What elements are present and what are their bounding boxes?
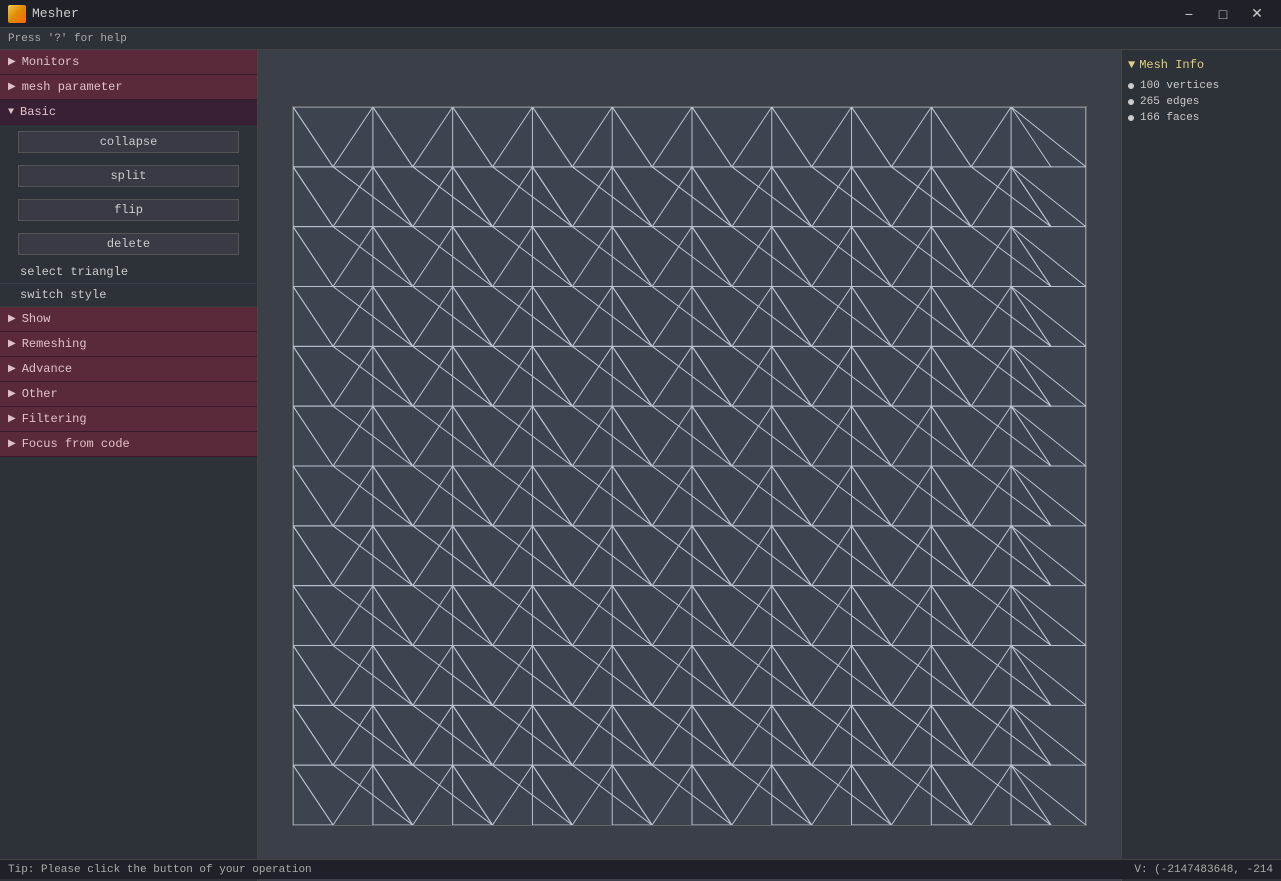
arrow-icon-basic: ▼ <box>8 107 14 118</box>
sidebar-item-monitors[interactable]: ▶ Monitors <box>0 50 257 75</box>
select-triangle-label: select triangle <box>20 265 128 279</box>
sidebar: ▶ Monitors ▶ mesh parameter ▼ Basic coll… <box>0 50 258 881</box>
sidebar-label-basic: Basic <box>20 105 56 119</box>
triangle-icon: ▼ <box>1128 58 1135 72</box>
coords-text: V: (-2147483648, -214 <box>1134 864 1273 876</box>
arrow-icon-advance: ▶ <box>8 363 16 375</box>
arrow-icon-mesh-parameter: ▶ <box>8 81 16 93</box>
arrow-icon-remeshing: ▶ <box>8 338 16 350</box>
split-button[interactable]: split <box>18 165 239 187</box>
arrow-icon-other: ▶ <box>8 388 16 400</box>
mesh-info-vertices: 100 vertices <box>1128 80 1275 92</box>
minimize-button[interactable]: − <box>1173 4 1205 24</box>
close-button[interactable]: ✕ <box>1241 4 1273 24</box>
mesh-info-edges: 265 edges <box>1128 96 1275 108</box>
select-triangle-item[interactable]: select triangle <box>0 261 257 284</box>
statusbar: Tip: Please click the button of your ope… <box>0 859 1281 879</box>
arrow-icon-monitors: ▶ <box>8 56 16 68</box>
switch-style-label: switch style <box>20 288 106 302</box>
arrow-icon-show: ▶ <box>8 313 16 325</box>
main-container: ▶ Monitors ▶ mesh parameter ▼ Basic coll… <box>0 50 1281 881</box>
sidebar-item-show[interactable]: ▶ Show <box>0 307 257 332</box>
arrow-icon-focus-from-code: ▶ <box>8 438 16 450</box>
sidebar-label-monitors: Monitors <box>22 55 80 69</box>
titlebar-controls: − □ ✕ <box>1173 4 1273 24</box>
sidebar-label-remeshing: Remeshing <box>22 337 87 351</box>
sidebar-item-basic[interactable]: ▼ Basic <box>0 100 257 125</box>
collapse-button[interactable]: collapse <box>18 131 239 153</box>
mesh-info-title: Mesh Info <box>1139 58 1204 72</box>
switch-style-item[interactable]: switch style <box>0 284 257 307</box>
tip-text: Tip: Please click the button of your ope… <box>8 864 312 876</box>
sidebar-item-remeshing[interactable]: ▶ Remeshing <box>0 332 257 357</box>
sidebar-item-other[interactable]: ▶ Other <box>0 382 257 407</box>
bullet-vertices <box>1128 83 1134 89</box>
sidebar-label-filtering: Filtering <box>22 412 87 426</box>
sidebar-label-show: Show <box>22 312 51 326</box>
mesh-info-faces: 166 faces <box>1128 112 1275 124</box>
sidebar-label-mesh-parameter: mesh parameter <box>22 80 123 94</box>
sidebar-item-advance[interactable]: ▶ Advance <box>0 357 257 382</box>
sidebar-label-focus-from-code: Focus from code <box>22 437 130 451</box>
sidebar-item-filtering[interactable]: ▶ Filtering <box>0 407 257 432</box>
sidebar-item-focus-from-code[interactable]: ▶ Focus from code <box>0 432 257 457</box>
edges-label: 265 edges <box>1140 96 1199 108</box>
right-panel: ▼ Mesh Info 100 vertices 265 edges 166 f… <box>1121 50 1281 881</box>
flip-button[interactable]: flip <box>18 199 239 221</box>
bullet-faces <box>1128 115 1134 121</box>
delete-button[interactable]: delete <box>18 233 239 255</box>
titlebar: Mesher − □ ✕ <box>0 0 1281 28</box>
sidebar-label-advance: Advance <box>22 362 72 376</box>
app-icon <box>8 5 26 23</box>
sidebar-item-mesh-parameter[interactable]: ▶ mesh parameter <box>0 75 257 100</box>
vertices-label: 100 vertices <box>1140 80 1219 92</box>
mesh-info-header: ▼ Mesh Info <box>1128 58 1275 72</box>
app-title: Mesher <box>32 6 1173 21</box>
hint-bar: Press '?' for help <box>0 28 1281 50</box>
basic-items: collapse split flip delete select triang… <box>0 125 257 307</box>
bullet-edges <box>1128 99 1134 105</box>
mesh-svg <box>293 107 1086 825</box>
canvas-area[interactable] <box>258 50 1121 881</box>
mesh-viewport[interactable] <box>292 106 1087 826</box>
maximize-button[interactable]: □ <box>1207 4 1239 24</box>
hint-text: Press '?' for help <box>8 33 127 45</box>
sidebar-label-other: Other <box>22 387 58 401</box>
faces-label: 166 faces <box>1140 112 1199 124</box>
arrow-icon-filtering: ▶ <box>8 413 16 425</box>
